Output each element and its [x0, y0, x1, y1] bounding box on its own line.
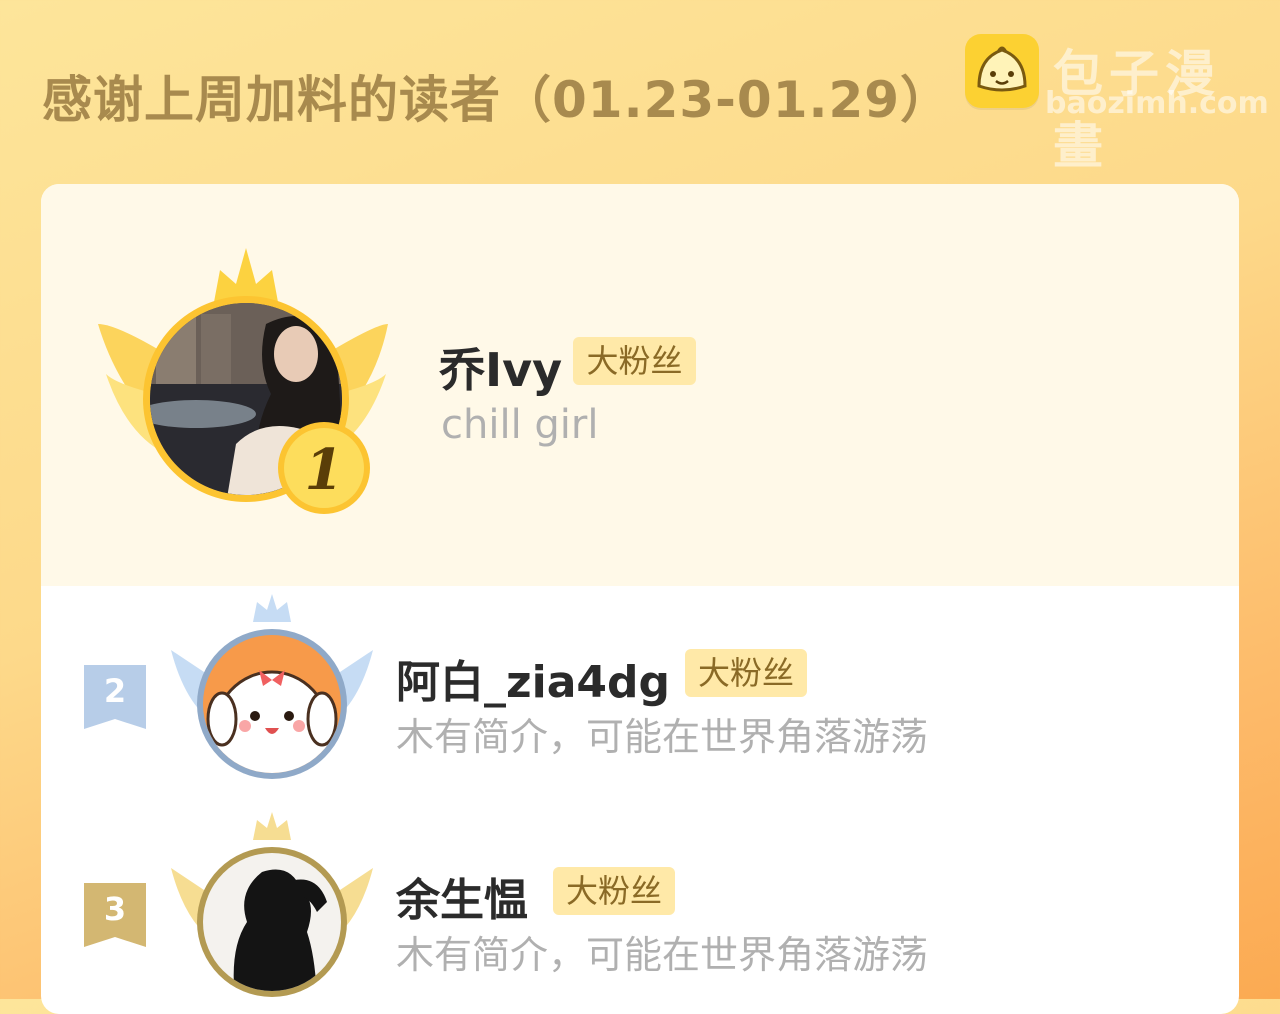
rank-1-name[interactable]: 乔Ivy: [439, 334, 562, 400]
crown-icon: [253, 812, 291, 840]
brand-domain: baozimh.com: [1045, 86, 1269, 121]
rank-3-ribbon-icon: 3: [84, 883, 146, 947]
bun-mascot-icon: [965, 34, 1039, 108]
rank-2-bio: 木有简介，可能在世界角落游荡: [396, 715, 929, 759]
rank-3-number: 3: [104, 890, 126, 928]
page-title: 感谢上周加料的读者（01.23-01.29）: [42, 71, 952, 129]
rank-2-avatar[interactable]: [167, 594, 377, 784]
rank-1-bio: chill girl: [441, 402, 599, 448]
rank-1-avatar[interactable]: 1: [96, 244, 396, 524]
crown-icon: [253, 594, 291, 622]
rank-2-number: 2: [104, 672, 126, 710]
rank-1-number: 1: [305, 437, 344, 503]
rank-3-name[interactable]: 余生愠: [396, 864, 528, 928]
rank-3-fan-badge: 大粉丝: [553, 867, 675, 915]
rank-3-bio: 木有简介，可能在世界角落游荡: [396, 933, 929, 977]
crown-icon: [214, 248, 278, 302]
brand-logo: 包子漫畫 baozimh.com: [965, 34, 1269, 175]
rank-2-name[interactable]: 阿白_zia4dg: [396, 646, 670, 710]
rank-2-fan-badge: 大粉丝: [685, 649, 807, 697]
rank-3-avatar[interactable]: [167, 812, 377, 1002]
rank-2-ribbon-icon: 2: [84, 665, 146, 729]
rank-1-fan-badge: 大粉丝: [573, 337, 696, 385]
reader-ranking-card: 1 乔Ivy 大粉丝 chill girl 2 阿白_zia4dg 大粉丝 木有…: [41, 184, 1239, 1014]
